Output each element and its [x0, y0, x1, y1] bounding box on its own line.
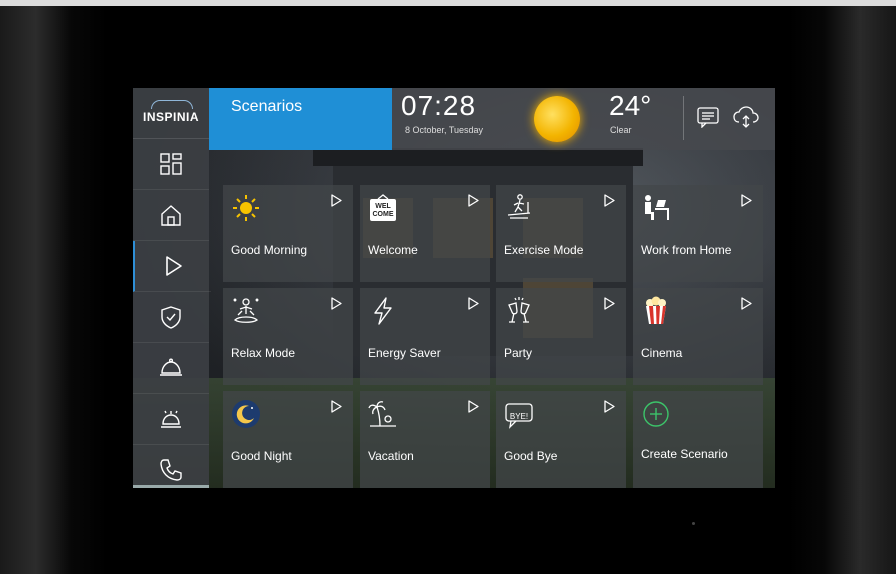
palm-tree-icon	[368, 399, 398, 429]
play-icon[interactable]	[330, 194, 343, 207]
brand-name: INSPINIA	[142, 110, 199, 124]
home-icon	[161, 205, 181, 226]
scenario-tile-energy-saver[interactable]: Energy Saver	[360, 288, 490, 385]
topbar-divider	[683, 96, 684, 140]
scenario-label: Good Morning	[231, 243, 308, 257]
scenario-tile-good-night[interactable]: Good Night	[223, 391, 353, 488]
page-title-box: Scenarios	[209, 88, 392, 150]
play-icon[interactable]	[740, 194, 753, 207]
sidebar: INSPINIA	[133, 88, 211, 488]
lightning-icon	[368, 296, 398, 326]
sidebar-scrollbar[interactable]	[133, 485, 209, 488]
cloud-sync-icon	[733, 106, 759, 128]
cloche-icon	[160, 358, 182, 376]
brand-logo: INSPINIA	[133, 88, 209, 139]
sun-icon	[231, 193, 261, 223]
scenario-label: Exercise Mode	[504, 243, 584, 257]
scenario-tile-party[interactable]: Party	[496, 288, 626, 385]
play-icon[interactable]	[330, 297, 343, 310]
shield-icon	[161, 306, 181, 329]
play-icon[interactable]	[603, 400, 616, 413]
sidebar-item-phone[interactable]	[133, 445, 209, 488]
scenario-tile-exercise-mode[interactable]: Exercise Mode	[496, 185, 626, 282]
touch-screen: INSPINIA Scenarios 07:28 8 October, Tues…	[133, 88, 775, 488]
phone-icon	[160, 459, 182, 481]
scenario-label: Relax Mode	[231, 346, 296, 360]
top-bar: Scenarios 07:28 8 October, Tuesday 24° C…	[209, 88, 775, 150]
scenario-label: Welcome	[368, 243, 418, 257]
play-icon[interactable]	[467, 194, 480, 207]
play-icon[interactable]	[603, 194, 616, 207]
play-icon[interactable]	[740, 297, 753, 310]
welcome-sign-text: WEL COME	[372, 203, 394, 218]
scenario-tile-good-morning[interactable]: Good Morning	[223, 185, 353, 282]
scenario-tile-good-bye[interactable]: BYE! Good Bye	[496, 391, 626, 488]
scenario-tile-work-from-home[interactable]: Work from Home	[633, 185, 763, 282]
bye-bubble-text: BYE!	[509, 412, 529, 421]
treadmill-icon	[504, 193, 534, 223]
scenario-label: Cinema	[641, 346, 683, 360]
play-icon[interactable]	[467, 297, 480, 310]
weather-condition: Clear	[610, 125, 632, 135]
messages-icon	[697, 107, 719, 128]
scenario-tile-welcome[interactable]: WEL COME Welcome	[360, 185, 490, 282]
add-circle-icon	[641, 399, 671, 429]
weather-sun-icon	[534, 96, 580, 142]
scenario-label: Good Bye	[504, 449, 558, 463]
sidebar-item-reception[interactable]	[133, 394, 209, 445]
scenario-label: Energy Saver	[368, 346, 441, 360]
sensor-dot	[692, 522, 695, 525]
scenario-tile-cinema[interactable]: Cinema	[633, 288, 763, 385]
play-icon[interactable]	[330, 400, 343, 413]
popcorn-icon	[641, 296, 671, 326]
cloud-sync-button[interactable]	[729, 102, 763, 132]
temperature: 24°	[609, 90, 652, 121]
play-icon	[166, 256, 182, 276]
welcome-sign-icon: WEL COME	[368, 193, 398, 223]
sidebar-item-home[interactable]	[133, 190, 209, 241]
sidebar-item-dashboard[interactable]	[133, 139, 209, 190]
clock-time: 07:28	[401, 90, 477, 121]
scenario-label: Good Night	[231, 449, 292, 463]
desk-worker-icon	[641, 193, 671, 223]
sidebar-item-scenarios[interactable]	[133, 241, 211, 292]
cheers-icon	[504, 296, 534, 326]
scenario-tile-vacation[interactable]: Vacation	[360, 391, 490, 488]
dashboard-icon	[160, 153, 182, 175]
create-scenario-button[interactable]: Create Scenario	[633, 391, 763, 488]
scenario-label: Vacation	[368, 449, 414, 463]
play-icon[interactable]	[603, 297, 616, 310]
page-title: Scenarios	[231, 98, 303, 115]
bye-bubble-icon: BYE!	[504, 399, 534, 429]
scenario-tile-relax-mode[interactable]: Relax Mode	[223, 288, 353, 385]
scenario-label: Create Scenario	[641, 447, 728, 461]
scenario-label: Party	[504, 346, 533, 360]
sidebar-item-security[interactable]	[133, 292, 209, 343]
clock-date: 8 October, Tuesday	[405, 125, 484, 135]
meditation-icon	[231, 296, 261, 326]
play-icon[interactable]	[467, 400, 480, 413]
bell-icon	[161, 410, 181, 428]
sidebar-item-room-service[interactable]	[133, 343, 209, 394]
moon-icon	[231, 399, 261, 429]
messages-button[interactable]	[691, 102, 725, 132]
scenario-label: Work from Home	[641, 243, 732, 257]
